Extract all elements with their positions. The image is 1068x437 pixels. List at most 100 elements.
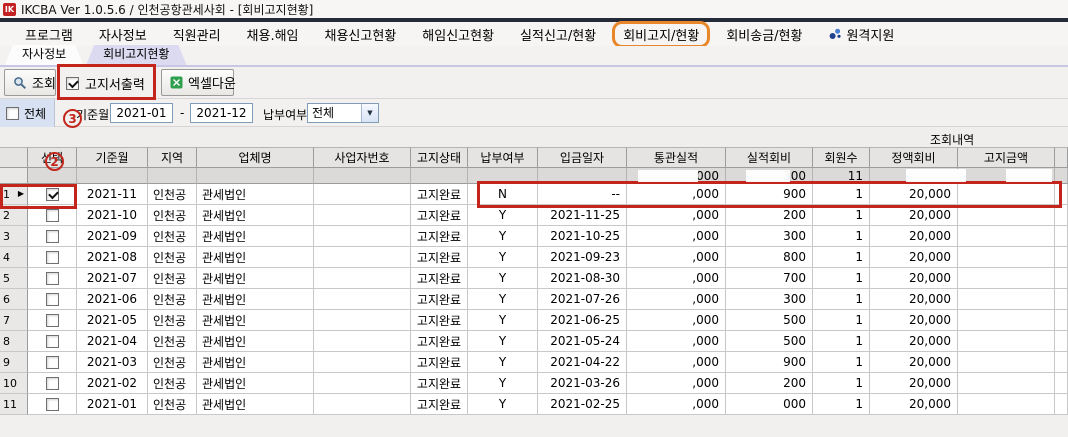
column-header-5[interactable]: 사업자번호 (314, 147, 411, 168)
menu-item-7[interactable]: 실적신고/현황 (507, 23, 609, 46)
menu-item-8[interactable]: 회비고지/현황1 (612, 21, 710, 48)
column-header-6[interactable]: 고지상태 (411, 147, 468, 168)
menu-item-9[interactable]: 회비송금/현황 (713, 23, 815, 46)
cell-업체명: 관세법인 (197, 394, 314, 415)
row-select-cell (28, 394, 77, 415)
menu-item-3[interactable]: 직원관리 (160, 23, 234, 46)
row-number-cell[interactable]: 9 (0, 352, 28, 373)
annotation-box-row1-select (0, 184, 77, 209)
cell-고지금액 (958, 205, 1055, 226)
cell-기준월: 2021-09 (77, 226, 148, 247)
cell-업체명: 관세법인 (197, 373, 314, 394)
menu-item-label: 자사정보 (99, 25, 147, 44)
chevron-down-icon[interactable]: ▼ (361, 104, 378, 122)
row-number-cell[interactable]: 5 (0, 268, 28, 289)
tab-company-info[interactable]: 자사정보 (5, 45, 83, 65)
row-number-cell[interactable]: 10 (0, 373, 28, 394)
month-from-input[interactable] (110, 103, 173, 123)
row-number-cell[interactable]: 3 (0, 226, 28, 247)
column-header-4[interactable]: 업체명 (197, 147, 314, 168)
cell-extra (1055, 205, 1068, 226)
grid-corner-header[interactable] (0, 147, 28, 168)
cell-extra (1055, 331, 1068, 352)
cell-통관실적: ,000 (627, 394, 726, 415)
cell-업체명: 관세법인 (197, 331, 314, 352)
cell-정액회비: 20,000 (870, 268, 958, 289)
column-header-10[interactable]: 실적회비 (726, 147, 813, 168)
cell-기준월: 2021-07 (77, 268, 148, 289)
filter-all-section: 전체 (0, 99, 55, 127)
column-header-12[interactable]: 정액회비 (870, 147, 958, 168)
row-select-checkbox[interactable] (46, 314, 59, 327)
table-row[interactable]: 92021-03인천공관세법인고지완료Y2021-04-22,000900120… (0, 352, 1068, 373)
column-header-13[interactable]: 고지금액 (958, 147, 1055, 168)
all-checkbox[interactable] (6, 107, 19, 120)
menu-item-10[interactable]: 원격지원 (815, 23, 907, 46)
row-number-cell[interactable]: 4 (0, 247, 28, 268)
table-row[interactable]: 42021-08인천공관세법인고지완료Y2021-09-23,000800120… (0, 247, 1068, 268)
row-number-cell[interactable]: 7 (0, 310, 28, 331)
table-row[interactable]: 32021-09인천공관세법인고지완료Y2021-10-25,000300120… (0, 226, 1068, 247)
menu-item-label: 프로그램 (25, 25, 73, 44)
cell-회원수: 1 (813, 205, 870, 226)
table-row[interactable]: 102021-02인천공관세법인고지완료Y2021-03-26,00020012… (0, 373, 1068, 394)
query-button[interactable]: 조회 (4, 69, 56, 96)
cell-정액회비: 20,000 (870, 331, 958, 352)
row-select-checkbox[interactable] (46, 398, 59, 411)
table-row[interactable]: 72021-05인천공관세법인고지완료Y2021-06-25,000500120… (0, 310, 1068, 331)
row-number-cell[interactable]: 11 (0, 394, 28, 415)
cell-통관실적: ,000 (627, 373, 726, 394)
row-number-cell[interactable]: 6 (0, 289, 28, 310)
row-select-checkbox[interactable] (46, 356, 59, 369)
cell-기준월: 2021-03 (77, 352, 148, 373)
cell-업체명: 관세법인 (197, 310, 314, 331)
menu-item-1[interactable]: 프로그램 (12, 23, 86, 46)
month-to-input[interactable] (190, 103, 253, 123)
cell-실적회비: 200 (726, 205, 813, 226)
cell-업체명: 관세법인 (197, 268, 314, 289)
table-row[interactable]: 112021-01인천공관세법인고지완료Y2021-02-25,00000012… (0, 394, 1068, 415)
row-select-checkbox[interactable] (46, 377, 59, 390)
cell-지역: 인천공 (148, 310, 197, 331)
table-row[interactable]: 22021-10인천공관세법인고지완료Y2021-11-25,000200120… (0, 205, 1068, 226)
payment-status-dropdown[interactable]: 전체 ▼ (307, 103, 379, 123)
column-header-9[interactable]: 통관실적 (627, 147, 726, 168)
row-number-cell[interactable]: 8 (0, 331, 28, 352)
cell-고지상태: 고지완료 (411, 394, 468, 415)
cell-기준월: 2021-10 (77, 205, 148, 226)
column-header-8[interactable]: 입금일자 (538, 147, 627, 168)
table-row[interactable]: 52021-07인천공관세법인고지완료Y2021-08-30,000700120… (0, 268, 1068, 289)
row-select-checkbox[interactable] (46, 251, 59, 264)
excel-download-button[interactable]: 엑셀다운 (161, 69, 234, 96)
column-header-7[interactable]: 납부여부 (468, 147, 538, 168)
menu-item-2[interactable]: 자사정보 (86, 23, 160, 46)
menu-item-4[interactable]: 채용.해임 (234, 23, 312, 46)
cell-기준월: 2021-05 (77, 310, 148, 331)
redaction-patch (1006, 169, 1052, 182)
menu-item-label: 해임신고현황 (422, 25, 494, 44)
table-row[interactable]: 62021-06인천공관세법인고지완료Y2021-07-26,000300120… (0, 289, 1068, 310)
column-header-11[interactable]: 회원수 (813, 147, 870, 168)
tab-fee-notice-status[interactable]: 회비고지현황 (86, 45, 186, 65)
table-row[interactable]: 82021-04인천공관세법인고지완료Y2021-05-24,000500120… (0, 331, 1068, 352)
row-select-checkbox[interactable] (46, 293, 59, 306)
cell-사업자번호 (314, 331, 411, 352)
cell-통관실적: ,000 (627, 289, 726, 310)
row-select-checkbox[interactable] (46, 230, 59, 243)
row-select-checkbox[interactable] (46, 335, 59, 348)
column-header-2[interactable]: 기준월 (77, 147, 148, 168)
cell-정액회비: 20,000 (870, 226, 958, 247)
cell-실적회비: 200 (726, 373, 813, 394)
cell-납부여부: Y (468, 289, 538, 310)
cell-입금일자: 2021-02-25 (538, 394, 627, 415)
redaction-patch (628, 185, 656, 204)
menu-item-5[interactable]: 채용신고현황 (312, 23, 410, 46)
menu-item-6[interactable]: 해임신고현황 (409, 23, 507, 46)
summary-cell (148, 168, 197, 184)
title-bar: IK IKCBA Ver 1.0.5.6 / 인천공항관세사회 - [회비고지현… (0, 0, 1068, 18)
row-select-checkbox[interactable] (46, 209, 59, 222)
column-header-3[interactable]: 지역 (148, 147, 197, 168)
row-select-cell (28, 268, 77, 289)
cell-실적회비: 700 (726, 268, 813, 289)
row-select-checkbox[interactable] (46, 272, 59, 285)
